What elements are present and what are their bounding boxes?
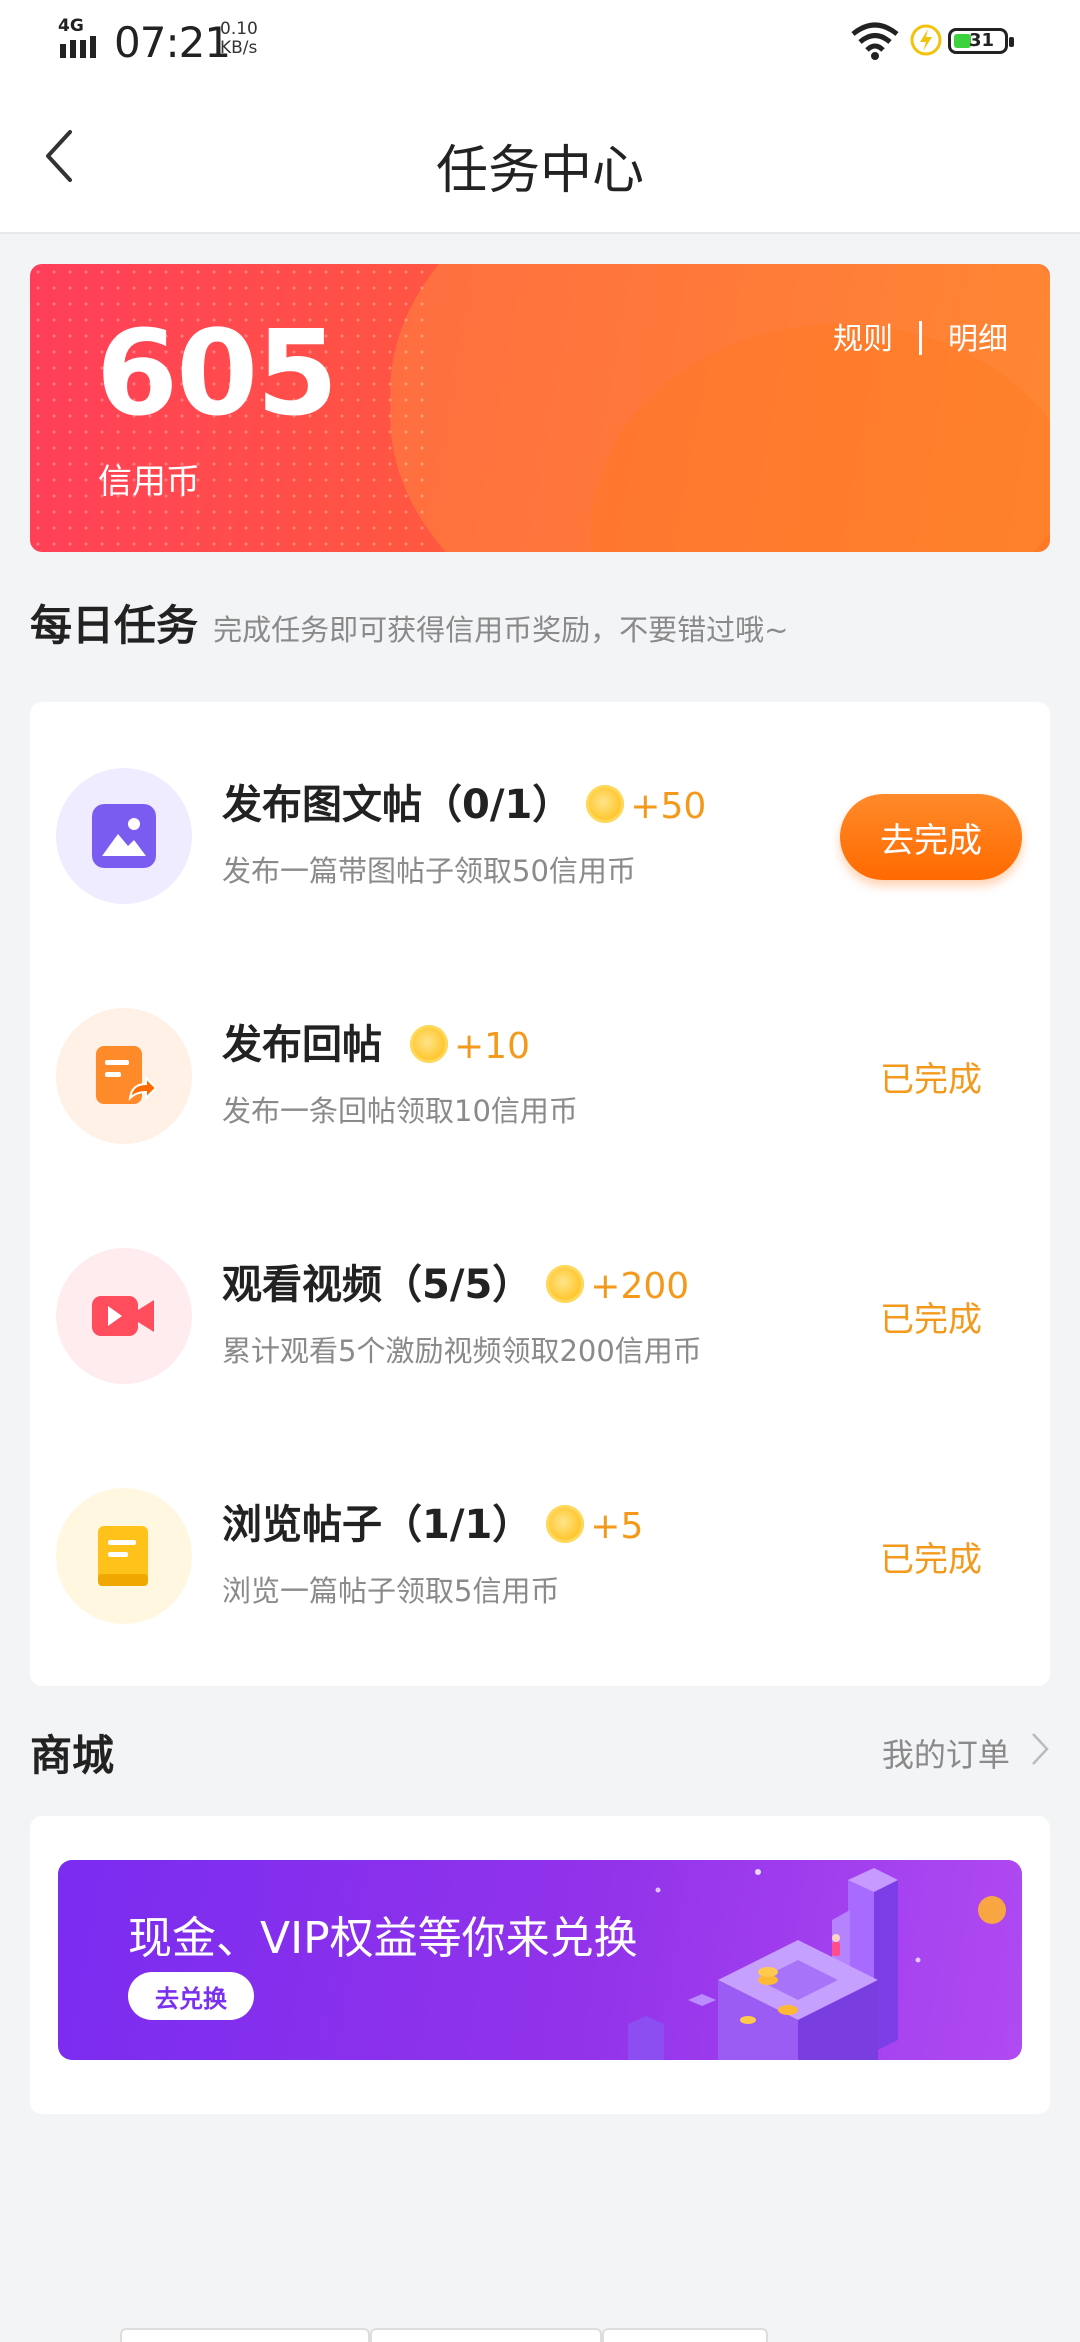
my-orders-label: 我的订单 — [881, 1736, 1010, 1774]
task-icon-bg — [56, 1008, 192, 1144]
task-reward: +50 — [630, 786, 707, 827]
task-item-watch-video: 观看视频（5/5） +200 累计观看5个激励视频领取200信用币 已完成 — [30, 1182, 1050, 1422]
go-complete-button[interactable]: 去完成 — [840, 794, 1022, 880]
status-bar: 4G 07:21 0.10 KB/s 31 — [0, 0, 1080, 80]
isometric-building-illustration — [628, 1868, 1006, 2060]
task-description: 发布一条回帖领取10信用币 — [222, 1094, 578, 1128]
credit-unit-label: 信用币 — [98, 462, 200, 502]
coin-icon — [410, 1025, 448, 1063]
task-description: 发布一篇带图帖子领取50信用币 — [222, 854, 636, 888]
redeem-button[interactable]: 去兑换 — [128, 1972, 254, 2020]
daily-tasks-title: 每日任务 — [30, 601, 199, 650]
clock: 07:21 — [114, 18, 231, 67]
task-title: 发布回帖 +10 — [222, 1012, 530, 1070]
task-reward: +10 — [454, 1026, 530, 1067]
task-title: 浏览帖子（1/1） +5 — [222, 1492, 643, 1550]
mall-title: 商城 — [30, 1731, 115, 1780]
task-title-text: 观看视频（5/5） — [222, 1262, 533, 1308]
task-title: 观看视频（5/5） +200 — [222, 1252, 689, 1310]
mall-header: 商城 我的订单 — [30, 1722, 1050, 1782]
bottom-tab-bar-edge — [120, 2328, 960, 2342]
promo-text: 现金、VIP权益等你来兑换 — [128, 1913, 638, 1964]
coin-icon — [546, 1265, 585, 1303]
document-icon — [98, 1526, 148, 1586]
coin-icon — [586, 785, 625, 823]
task-icon-bg — [56, 1248, 192, 1384]
speed-value: 0.10 — [220, 19, 258, 39]
signal-icon — [60, 36, 96, 58]
divider — [919, 321, 922, 355]
wifi-icon — [851, 22, 899, 60]
task-reward: +5 — [590, 1506, 644, 1547]
credit-balance-banner: 605 信用币 规则 明细 — [30, 264, 1050, 552]
image-icon — [92, 804, 156, 868]
task-item-reply: 发布回帖 +10 发布一条回帖领取10信用币 已完成 — [30, 942, 1050, 1182]
chevron-right-icon — [1032, 1733, 1049, 1765]
battery-level: 31 — [969, 30, 995, 51]
daily-tasks-header: 每日任务 完成任务即可获得信用币奖励，不要错过哦~ — [30, 592, 788, 653]
task-title-text: 发布图文帖（0/1） — [222, 782, 573, 828]
speed-unit: KB/s — [220, 38, 258, 58]
banner-links: 规则 明细 — [833, 314, 1008, 358]
charging-icon — [910, 24, 942, 56]
reply-post-icon — [96, 1046, 156, 1104]
nav-bar: 任务中心 — [0, 80, 1080, 234]
task-description: 累计观看5个激励视频领取200信用币 — [222, 1334, 702, 1368]
task-reward: +200 — [590, 1266, 690, 1307]
rules-link[interactable]: 规则 — [833, 322, 893, 357]
my-orders-link[interactable]: 我的订单 — [882, 1730, 1050, 1776]
video-icon — [92, 1296, 154, 1336]
task-title: 发布图文帖（0/1） +50 — [222, 772, 706, 830]
coin-icon — [546, 1505, 585, 1543]
task-icon-bg — [56, 1488, 192, 1624]
task-description: 浏览一篇帖子领取5信用币 — [222, 1574, 560, 1608]
daily-tasks-subtitle: 完成任务即可获得信用币奖励，不要错过哦~ — [213, 613, 789, 647]
exchange-promo-banner[interactable]: 现金、VIP权益等你来兑换 去兑换 — [58, 1860, 1022, 2060]
network-speed: 0.10 KB/s — [220, 20, 258, 58]
battery-icon: 31 — [948, 28, 1014, 54]
task-icon-bg — [56, 768, 192, 904]
completed-label: 已完成 — [880, 1540, 982, 1580]
credit-amount: 605 — [96, 304, 338, 442]
completed-label: 已完成 — [880, 1300, 982, 1340]
task-item-post-image: 发布图文帖（0/1） +50 发布一篇带图帖子领取50信用币 去完成 — [30, 702, 1050, 942]
task-title-text: 发布回帖 — [222, 1022, 382, 1068]
task-item-browse-post: 浏览帖子（1/1） +5 浏览一篇帖子领取5信用币 已完成 — [30, 1422, 1050, 1662]
task-title-text: 浏览帖子（1/1） — [222, 1502, 533, 1548]
completed-label: 已完成 — [880, 1060, 982, 1100]
page-title: 任务中心 — [435, 141, 644, 201]
mall-card: 现金、VIP权益等你来兑换 去兑换 — [30, 1816, 1050, 2114]
task-list: 发布图文帖（0/1） +50 发布一篇带图帖子领取50信用币 去完成 发布回帖 +1… — [30, 702, 1050, 1686]
detail-link[interactable]: 明细 — [948, 322, 1008, 357]
